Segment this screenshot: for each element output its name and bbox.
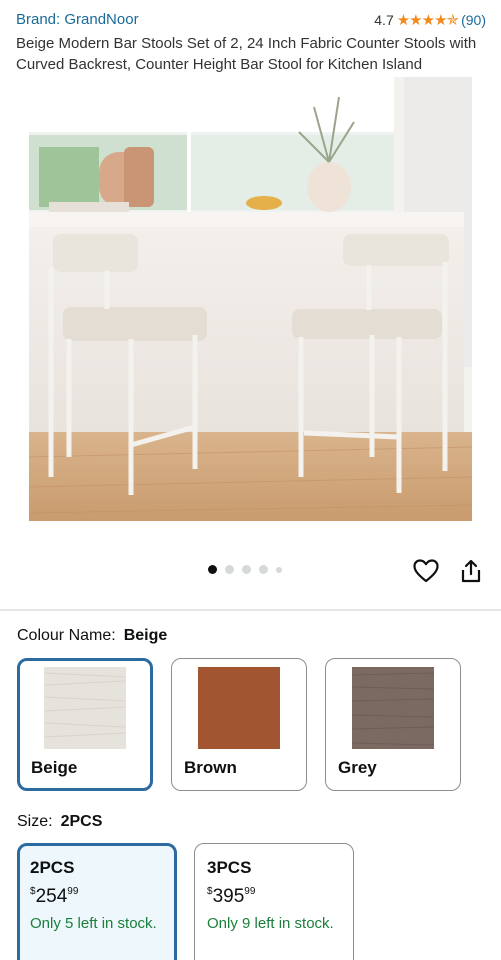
size-selected-value: 2PCS — [60, 813, 103, 830]
carousel-dot-2[interactable] — [225, 565, 234, 574]
size-option-2pcs[interactable]: 2PCS $25499 Only 5 left in stock. — [17, 843, 177, 960]
size-option-3pcs[interactable]: 3PCS $39599 Only 9 left in stock. — [194, 843, 354, 960]
colour-option-label: Grey — [338, 758, 377, 777]
beige-swatch-thumb — [43, 667, 127, 749]
stock-status: Only 5 left in stock. — [30, 915, 157, 932]
bar-stools-photo — [29, 77, 472, 521]
carousel-dot-5[interactable] — [276, 566, 282, 573]
colour-option-grey[interactable]: Grey — [325, 658, 461, 791]
colour-option-label: Brown — [184, 758, 237, 777]
product-image[interactable] — [29, 77, 472, 521]
review-count-link[interactable]: (90) — [461, 12, 486, 28]
share-icon[interactable] — [457, 557, 485, 585]
colour-option-beige[interactable]: Beige — [17, 658, 153, 791]
price-fraction: 99 — [67, 886, 79, 897]
size-label: Size: 2PCS — [17, 813, 102, 831]
colour-option-brown[interactable]: Brown — [171, 658, 307, 791]
size-label-text: Size: — [17, 813, 53, 830]
brand-link[interactable]: Brand: GrandNoor — [16, 11, 139, 28]
carousel-dot-3[interactable] — [242, 565, 251, 574]
size-option-price: $25499 — [30, 886, 164, 908]
product-title: Beige Modern Bar Stools Set of 2, 24 Inc… — [16, 35, 477, 73]
size-option-name: 2PCS — [30, 858, 75, 877]
size-option-name: 3PCS — [207, 858, 252, 877]
carousel-dot-4[interactable] — [259, 565, 268, 574]
price-whole: 254 — [35, 886, 68, 907]
colour-name-label: Colour Name: Beige — [17, 627, 167, 645]
colour-option-label: Beige — [31, 758, 78, 777]
star-rating-icon: ★★★★✯ — [396, 12, 459, 29]
section-divider — [0, 609, 501, 611]
rating-value: 4.7 — [374, 12, 394, 28]
image-carousel-dots[interactable] — [208, 565, 282, 574]
rating-summary[interactable]: 4.7 ★★★★✯ (90) — [374, 11, 486, 29]
size-option-price: $39599 — [207, 886, 341, 908]
heart-icon[interactable] — [412, 557, 440, 585]
stock-status: Only 9 left in stock. — [207, 915, 334, 932]
price-whole: 395 — [212, 886, 245, 907]
price-fraction: 99 — [244, 886, 256, 897]
carousel-dot-1[interactable] — [208, 565, 217, 574]
colour-label-text: Colour Name: — [17, 627, 116, 644]
grey-swatch-thumb — [351, 667, 435, 749]
brown-swatch-thumb — [198, 667, 280, 749]
colour-selected-value: Beige — [123, 627, 168, 644]
brand-rating-row: Brand: GrandNoor 4.7 ★★★★✯ (90) — [16, 11, 486, 31]
